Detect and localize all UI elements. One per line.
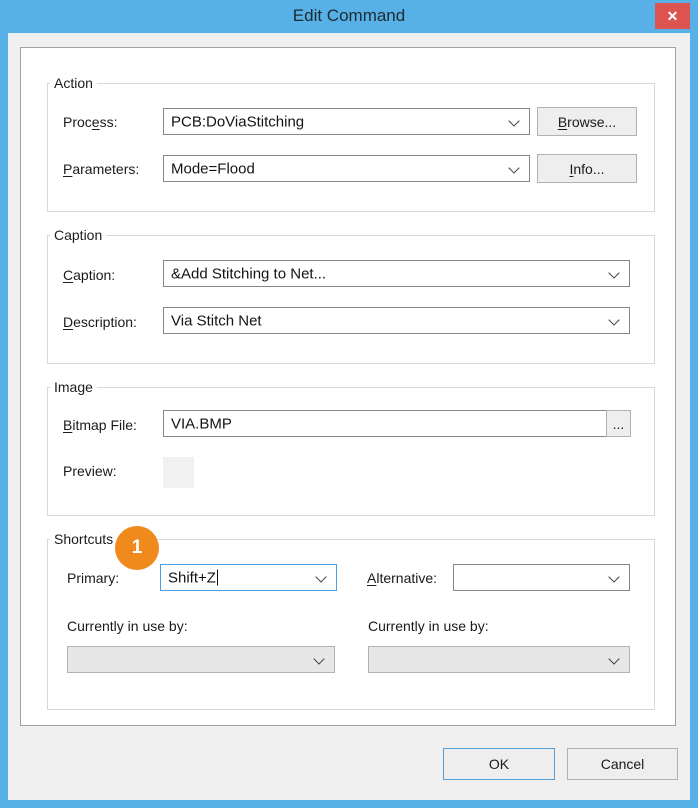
close-button[interactable]: ✕ [655, 3, 690, 29]
primary-label: Primary: [67, 570, 119, 586]
alternative-shortcut-combobox[interactable] [453, 564, 630, 591]
chevron-down-icon [313, 653, 324, 664]
group-image: Image [47, 387, 655, 516]
process-label: Process: [63, 114, 117, 130]
description-label: Description: [63, 314, 137, 330]
chevron-down-icon [608, 653, 619, 664]
group-action: Action [47, 83, 655, 212]
caption-combobox[interactable]: &Add Stitching to Net... [163, 260, 630, 287]
in-use-right-label: Currently in use by: [368, 618, 489, 634]
ok-button[interactable]: OK [443, 748, 555, 780]
bitmap-file-input[interactable]: VIA.BMP [163, 410, 607, 437]
process-combobox[interactable]: PCB:DoViaStitching [163, 108, 530, 135]
callout-badge-1: 1 [115, 526, 159, 570]
group-image-title: Image [50, 379, 97, 395]
close-icon: ✕ [667, 8, 679, 25]
alternative-label: Alternative: [367, 570, 437, 586]
text-cursor [217, 569, 218, 585]
info-button[interactable]: Info... [537, 154, 637, 183]
chevron-down-icon [508, 115, 519, 126]
group-caption: Caption [47, 235, 655, 364]
edit-command-dialog: Edit Command ✕ Action Process: PCB:DoVia… [0, 0, 698, 808]
primary-shortcut-combobox[interactable]: Shift+Z [160, 564, 337, 591]
bitmap-file-label: Bitmap File: [63, 417, 137, 433]
parameters-label: Parameters: [63, 161, 139, 177]
in-use-left-label: Currently in use by: [67, 618, 188, 634]
in-use-right-combobox [368, 646, 630, 673]
group-action-title: Action [50, 75, 97, 91]
chevron-down-icon [608, 267, 619, 278]
browse-ellipsis-button[interactable]: ... [606, 410, 631, 437]
chevron-down-icon [508, 162, 519, 173]
preview-label: Preview: [63, 463, 117, 479]
description-combobox[interactable]: Via Stitch Net [163, 307, 630, 334]
preview-image [163, 457, 194, 488]
chevron-down-icon [315, 571, 326, 582]
in-use-left-combobox [67, 646, 335, 673]
group-shortcuts-title: Shortcuts [50, 531, 117, 547]
chevron-down-icon [608, 571, 619, 582]
parameters-combobox[interactable]: Mode=Flood [163, 155, 530, 182]
group-caption-title: Caption [50, 227, 106, 243]
dialog-title: Edit Command [0, 0, 698, 33]
caption-label: Caption: [63, 267, 115, 283]
cancel-button[interactable]: Cancel [567, 748, 678, 780]
chevron-down-icon [608, 314, 619, 325]
browse-button[interactable]: Browse... [537, 107, 637, 136]
